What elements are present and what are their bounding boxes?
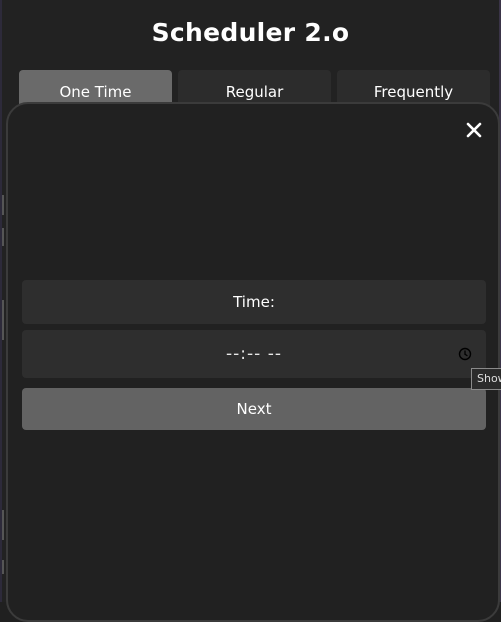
time-label: Time:: [22, 280, 486, 324]
time-input[interactable]: --:-- --: [22, 330, 486, 378]
edge-marker: [2, 510, 4, 540]
time-input-value[interactable]: --:-- --: [22, 330, 486, 378]
edge-marker: [2, 195, 4, 215]
schedule-modal: Time: --:-- -- Next: [6, 102, 500, 622]
next-button[interactable]: Next: [22, 388, 486, 430]
edge-marker: [2, 300, 4, 340]
app-window: Scheduler 2.o One Time Regular Frequentl…: [0, 0, 501, 622]
close-button[interactable]: [464, 120, 484, 140]
edge-marker: [2, 228, 4, 246]
close-icon: [464, 120, 484, 140]
tooltip: Show: [471, 368, 501, 390]
clock-icon[interactable]: [458, 346, 472, 361]
edge-marker: [2, 560, 4, 574]
app-title: Scheduler 2.o: [151, 18, 350, 47]
